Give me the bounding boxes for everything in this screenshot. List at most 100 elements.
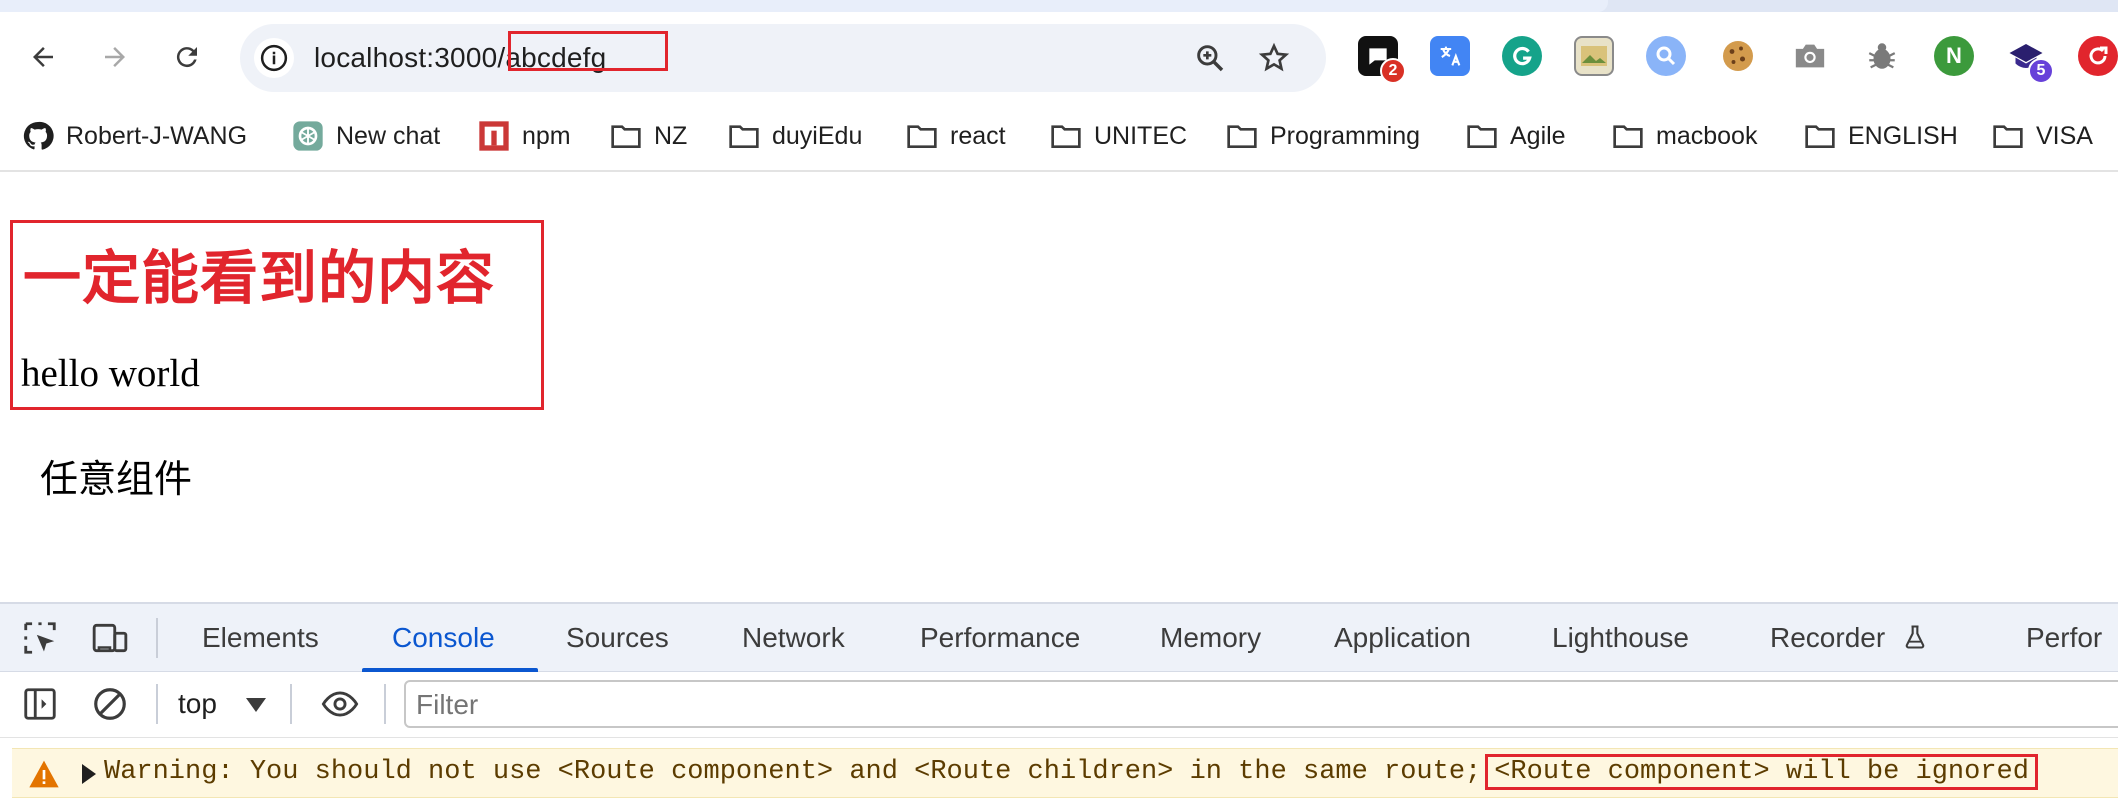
npm-icon [478,120,510,152]
github-icon [22,120,54,152]
bookmark-folder-nz[interactable]: NZ [610,116,687,156]
search-extension-icon[interactable] [1646,36,1686,76]
forward-button[interactable] [92,34,138,80]
live-expression-eye-icon[interactable] [316,684,364,724]
sidebar-toggle-icon[interactable] [20,684,60,724]
cookie-icon[interactable] [1718,36,1758,76]
active-tab[interactable] [0,0,1608,12]
refresh-extension-icon[interactable] [2078,36,2118,76]
bookmark-label: NZ [654,121,688,150]
folder-icon [1612,120,1644,152]
extension-badge: 2 [1380,58,1406,84]
tab-network[interactable]: Network [742,622,845,654]
clear-console-icon[interactable] [90,684,130,724]
bookmark-folder-english[interactable]: ENGLISH [1804,116,1958,156]
console-warning-row[interactable]: Warning: You should not use <Route compo… [12,748,2118,798]
site-info-icon[interactable] [254,38,294,78]
bookmark-label: Robert-J-WANG [66,121,248,150]
bookmark-star-icon[interactable] [1256,40,1292,76]
bookmark-folder-duyiedu[interactable]: duyiEdu [728,116,862,156]
zoom-icon[interactable] [1192,40,1228,76]
tab-recorder[interactable]: Recorder [1770,622,1929,654]
expand-triangle-icon[interactable] [82,764,96,784]
bookmark-label: Agile [1510,121,1566,150]
bookmark-label: duyiEdu [772,121,863,150]
tab-memory[interactable]: Memory [1160,622,1261,654]
graduation-extension-icon[interactable]: 5 [2006,36,2054,84]
toolbar-divider [156,684,158,724]
tab-application[interactable]: Application [1334,622,1471,654]
toolbar-divider [156,618,158,658]
bookmark-label: Programming [1270,121,1421,150]
tab-elements[interactable]: Elements [202,622,319,654]
bookmark-folder-agile[interactable]: Agile [1466,116,1566,156]
flask-icon [1905,625,1925,649]
bookmarks-bar: Robert-J-WANG New chat npm NZ duyiEdu re… [0,104,2118,172]
reload-button[interactable] [164,34,210,80]
browser-toolbar: localhost:3000/abcdefg 2 N 5 [0,12,2118,104]
tab-performance-insights[interactable]: Perfor [2026,622,2102,654]
context-selector[interactable]: top [178,688,217,720]
always-visible-box: 一定能看到的内容 hello world [10,220,544,410]
folder-icon [610,120,642,152]
tab-sources[interactable]: Sources [566,622,669,654]
back-arrow-icon [33,47,53,67]
bookmark-folder-unitec[interactable]: UNITEC [1050,116,1187,156]
filter-field[interactable] [404,680,2118,728]
device-toolbar-icon[interactable] [90,618,130,658]
bookmark-folder-programming[interactable]: Programming [1226,116,1420,156]
warning-message: Warning: You should not use <Route compo… [104,754,2038,790]
console-toolbar: top [0,672,2118,738]
chatgpt-icon [292,120,324,152]
bookmark-folder-react[interactable]: react [906,116,1006,156]
devtools-tab-bar: Elements Console Sources Network Perform… [0,604,2118,672]
tab-performance[interactable]: Performance [920,622,1080,654]
any-component-text: 任意组件 [40,457,193,501]
folder-icon [1226,120,1258,152]
toolbar-divider [384,684,386,724]
folder-icon [1992,120,2024,152]
reload-icon [176,47,197,68]
folder-icon [1050,120,1082,152]
bookmark-label: ENGLISH [1848,121,1958,150]
tab-lighthouse[interactable]: Lighthouse [1552,622,1689,654]
bookmark-label: macbook [1656,121,1758,150]
node-icon[interactable]: N [1934,36,1974,76]
folder-icon [728,120,760,152]
bookmark-folder-visa[interactable]: VISA [1992,116,2093,156]
chevron-down-icon[interactable] [246,698,266,712]
grammarly-icon[interactable] [1502,36,1542,76]
folder-icon [906,120,938,152]
back-button[interactable] [20,34,66,80]
warning-message-text: Warning: You should not use <Route compo… [104,757,1482,787]
bookmark-folder-macbook[interactable]: macbook [1612,116,1757,156]
folder-icon [1466,120,1498,152]
tab-console[interactable]: Console [392,622,495,654]
inspect-element-icon[interactable] [20,618,60,658]
chat-extension-icon[interactable]: 2 [1358,36,1406,84]
page-viewport: 一定能看到的内容 hello world 任意组件 [0,172,2118,602]
extension-badge: 5 [2028,58,2054,84]
bookmark-label: react [950,121,1006,150]
tab-recorder-label: Recorder [1770,622,1886,653]
toolbar-divider [290,684,292,724]
bookmark-robert-j-wang[interactable]: Robert-J-WANG [22,116,247,156]
devtools-panel: Elements Console Sources Network Perform… [0,602,2118,806]
bug-icon[interactable] [1862,36,1902,76]
bookmark-npm[interactable]: npm [478,116,571,156]
bookmark-new-chat[interactable]: New chat [292,116,440,156]
hello-text: hello world [21,352,200,395]
image-extension-icon[interactable] [1574,36,1614,76]
forward-arrow-icon [105,47,125,67]
bookmark-label: UNITEC [1094,121,1188,150]
warning-highlight-annotation: <Route component> will be ignored [1485,754,2038,790]
translate-extension-icon[interactable] [1430,36,1470,76]
folder-icon [1804,120,1836,152]
bookmark-label: New chat [336,121,441,150]
warning-icon [29,760,59,788]
page-heading: 一定能看到的内容 [23,244,496,312]
camera-icon[interactable] [1790,36,1830,76]
tab-strip [0,0,2118,12]
address-bar[interactable]: localhost:3000/abcdefg [240,24,1326,92]
filter-input[interactable] [416,688,2116,722]
